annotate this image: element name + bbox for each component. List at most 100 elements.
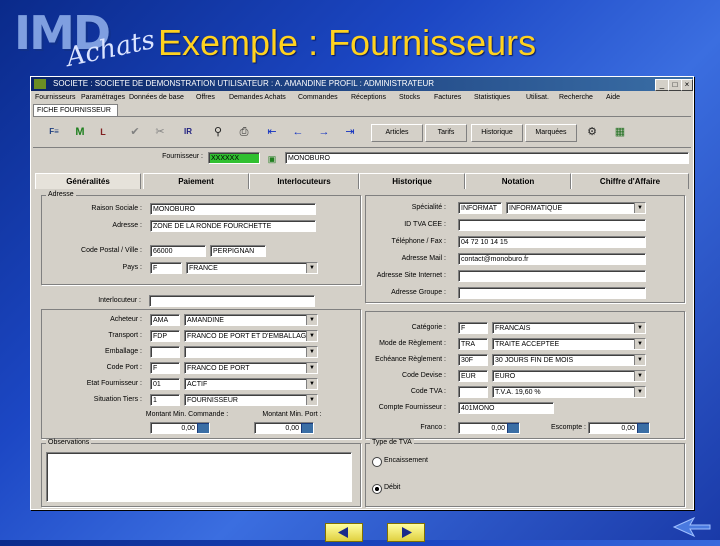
menu-fournisseurs[interactable]: Fournisseurs bbox=[35, 92, 75, 104]
calculator-icon[interactable] bbox=[301, 423, 313, 433]
pays-code-field[interactable]: F bbox=[150, 262, 182, 274]
first-record-icon[interactable]: ⇤ bbox=[265, 125, 279, 139]
next-record-icon[interactable]: → bbox=[317, 125, 331, 139]
fournisseur-code-field[interactable]: XXXXXX bbox=[208, 152, 260, 164]
print-icon[interactable]: ⎙ bbox=[237, 125, 251, 139]
acheteur-select[interactable]: AMANDINE ▼ bbox=[184, 314, 318, 326]
pays-select[interactable]: FRANCE ▼ bbox=[186, 262, 318, 274]
situation-tiers-select[interactable]: FOURNISSEUR ▼ bbox=[184, 394, 318, 406]
code-port-select[interactable]: FRANCO DE PORT ▼ bbox=[184, 362, 318, 374]
ville-field[interactable]: PERPIGNAN bbox=[210, 245, 266, 257]
menu-aide[interactable]: Aide bbox=[606, 92, 620, 104]
chevron-down-icon[interactable]: ▼ bbox=[306, 315, 317, 325]
modify-icon[interactable]: M bbox=[73, 125, 87, 139]
telephone-field[interactable]: 04 72 10 14 15 bbox=[458, 236, 646, 248]
binoculars-icon[interactable]: ⚲ bbox=[211, 125, 225, 139]
franco-field[interactable]: 0,00 bbox=[458, 422, 520, 434]
adresse-field[interactable]: ZONE DE LA RONDE FOURCHETTE bbox=[150, 220, 316, 232]
menu-commandes[interactable]: Commandes bbox=[298, 92, 338, 104]
specialite-select[interactable]: INFORMATIQUE ▼ bbox=[506, 202, 646, 214]
menu-statistiques[interactable]: Statistiques bbox=[474, 92, 510, 104]
prev-record-icon[interactable]: ← bbox=[291, 125, 305, 139]
min-port-field[interactable]: 0,00 bbox=[254, 422, 314, 434]
mode-reglement-select[interactable]: TRAITE ACCEPTEE ▼ bbox=[492, 338, 646, 350]
menu-receptions[interactable]: Réceptions bbox=[351, 92, 386, 104]
compte-fournisseur-field[interactable]: 401MONO bbox=[458, 402, 554, 414]
tab-generalites[interactable]: Généralités bbox=[35, 173, 141, 189]
minimize-button[interactable]: _ bbox=[655, 79, 669, 91]
mail-field[interactable]: contact@monoburo.fr bbox=[458, 253, 646, 265]
menu-donnees-base[interactable]: Données de base bbox=[129, 92, 184, 104]
next-slide-button[interactable] bbox=[387, 523, 425, 542]
settings-icon[interactable]: ⚙ bbox=[585, 125, 599, 139]
specialite-code-field[interactable]: INFORMAT bbox=[458, 202, 502, 214]
chevron-down-icon[interactable]: ▼ bbox=[306, 331, 317, 341]
last-record-icon[interactable]: ⇥ bbox=[343, 125, 357, 139]
observations-textarea[interactable] bbox=[46, 452, 352, 502]
fournisseur-name-field[interactable]: MONOBURO bbox=[285, 152, 689, 164]
site-internet-field[interactable] bbox=[458, 270, 646, 282]
acheteur-code-field[interactable]: AMA bbox=[150, 314, 180, 326]
code-tva-code-field[interactable] bbox=[458, 386, 488, 398]
close-button[interactable]: × bbox=[681, 79, 693, 91]
id-tva-field[interactable] bbox=[458, 219, 646, 231]
code-devise-select[interactable]: EURO ▼ bbox=[492, 370, 646, 382]
back-arrow-icon[interactable] bbox=[672, 516, 712, 538]
raison-sociale-field[interactable]: MONOBURO bbox=[150, 203, 316, 215]
tab-notation[interactable]: Notation bbox=[465, 173, 571, 189]
fiche-icon[interactable]: F≡ bbox=[47, 125, 61, 139]
export-icon[interactable]: ▦ bbox=[613, 125, 627, 139]
link-icon[interactable]: L bbox=[96, 125, 110, 139]
chevron-down-icon[interactable]: ▼ bbox=[306, 263, 317, 273]
search-icon[interactable]: ▣ bbox=[265, 152, 279, 166]
chevron-down-icon[interactable]: ▼ bbox=[634, 203, 645, 213]
calculator-icon[interactable] bbox=[507, 423, 519, 433]
menu-recherche[interactable]: Recherche bbox=[559, 92, 593, 104]
code-devise-code-field[interactable]: EUR bbox=[458, 370, 488, 382]
debit-radio[interactable] bbox=[372, 484, 382, 494]
menu-factures[interactable]: Factures bbox=[434, 92, 461, 104]
echeance-code-field[interactable]: 30F bbox=[458, 354, 488, 366]
min-commande-field[interactable]: 0,00 bbox=[150, 422, 210, 434]
transport-code-field[interactable]: FDP bbox=[150, 330, 180, 342]
calculator-icon[interactable] bbox=[637, 423, 649, 433]
menu-demandes-achats[interactable]: Demandes Achats bbox=[229, 92, 286, 104]
cancel-icon[interactable]: ✂ bbox=[153, 125, 167, 139]
etat-fournisseur-select[interactable]: ACTIF ▼ bbox=[184, 378, 318, 390]
situation-tiers-code-field[interactable]: 1 bbox=[150, 394, 180, 406]
menu-utilisat[interactable]: Utilisat. bbox=[526, 92, 549, 104]
menu-parametrages[interactable]: Paramétrages bbox=[81, 92, 125, 104]
menu-offres[interactable]: Offres bbox=[196, 92, 215, 104]
emballage-select[interactable]: ▼ bbox=[184, 346, 318, 358]
chevron-down-icon[interactable]: ▼ bbox=[634, 355, 645, 365]
encaissement-radio[interactable] bbox=[372, 457, 382, 467]
tarifs-button[interactable]: Tarifs bbox=[425, 124, 467, 142]
tab-interlocuteurs[interactable]: Interlocuteurs bbox=[249, 173, 359, 189]
groupe-field[interactable] bbox=[458, 287, 646, 299]
historique-button[interactable]: Historique bbox=[471, 124, 523, 142]
tab-paiement[interactable]: Paiement bbox=[143, 173, 249, 189]
calculator-icon[interactable] bbox=[197, 423, 209, 433]
code-tva-select[interactable]: T.V.A. 19,60 % ▼ bbox=[492, 386, 646, 398]
validate-icon[interactable]: ✔ bbox=[128, 125, 142, 139]
escompte-field[interactable]: 0,00 bbox=[588, 422, 650, 434]
chevron-down-icon[interactable]: ▼ bbox=[306, 395, 317, 405]
code-port-code-field[interactable]: F bbox=[150, 362, 180, 374]
menu-stocks[interactable]: Stocks bbox=[399, 92, 420, 104]
interlocuteur-field[interactable] bbox=[149, 295, 315, 307]
chevron-down-icon[interactable]: ▼ bbox=[306, 347, 317, 357]
transport-select[interactable]: FRANCO DE PORT ET D'EMBALLAGE ▼ bbox=[184, 330, 318, 342]
chevron-down-icon[interactable]: ▼ bbox=[306, 363, 317, 373]
tab-historique[interactable]: Historique bbox=[359, 173, 465, 189]
emballage-code-field[interactable] bbox=[150, 346, 180, 358]
chevron-down-icon[interactable]: ▼ bbox=[634, 387, 645, 397]
chevron-down-icon[interactable]: ▼ bbox=[634, 371, 645, 381]
prev-slide-button[interactable] bbox=[325, 523, 363, 542]
chevron-down-icon[interactable]: ▼ bbox=[306, 379, 317, 389]
maximize-button[interactable]: □ bbox=[668, 79, 682, 91]
code-postal-field[interactable]: 66000 bbox=[150, 245, 206, 257]
chevron-down-icon[interactable]: ▼ bbox=[634, 339, 645, 349]
echeance-select[interactable]: 30 JOURS FIN DE MOIS ▼ bbox=[492, 354, 646, 366]
chevron-down-icon[interactable]: ▼ bbox=[634, 323, 645, 333]
articles-button[interactable]: Articles bbox=[371, 124, 423, 142]
